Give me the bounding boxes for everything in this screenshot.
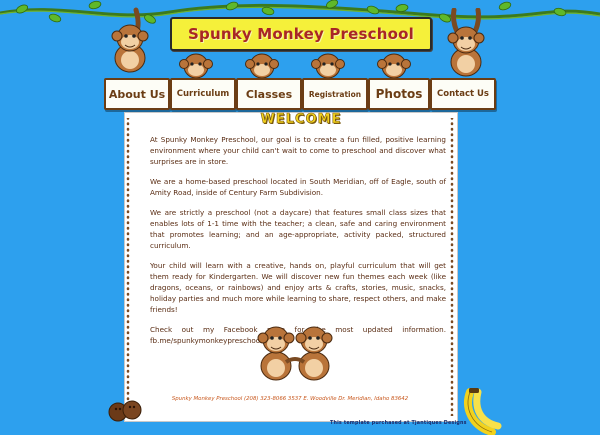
nav-photos[interactable]: Photos: [368, 78, 430, 110]
nav-curriculum[interactable]: Curriculum: [170, 78, 236, 110]
nav-contact-us-label: Contact Us: [437, 89, 489, 99]
dotted-border-left: [126, 118, 130, 416]
paragraph-intro: At Spunky Monkey Preschool, our goal is …: [150, 135, 446, 166]
template-credit[interactable]: This template purchased at Tjantiques De…: [330, 421, 490, 426]
site-title: Spunky Monkey Preschool: [188, 25, 414, 43]
nav-about-us[interactable]: About Us: [104, 78, 170, 110]
welcome-heading: WELCOME: [247, 111, 355, 127]
welcome-heading-text: WELCOME: [260, 111, 342, 127]
nav-classes[interactable]: Classes: [236, 78, 302, 110]
nav-photos-label: Photos: [375, 87, 423, 101]
nav-curriculum-label: Curriculum: [176, 89, 230, 99]
paragraph-curriculum: Your child will learn with a creative, h…: [150, 261, 446, 314]
paragraph-location: We are a home-based preschool located in…: [150, 177, 446, 197]
nav-contact-us[interactable]: Contact Us: [430, 78, 496, 110]
monkey-icon: [111, 7, 149, 73]
site-title-banner: Spunky Monkey Preschool: [170, 17, 432, 51]
nav-registration-label: Registration: [308, 89, 362, 99]
footer-contact-info: Spunky Monkey Preschool (208) 323-8066 3…: [171, 396, 409, 402]
coconut-icon: [108, 400, 142, 422]
main-nav: About Us Curriculum Classes Registration…: [104, 78, 496, 110]
hugging-monkeys-icon: [257, 326, 333, 381]
nav-registration[interactable]: Registration: [302, 78, 368, 110]
banana-icon: [464, 388, 502, 435]
nav-about-us-label: About Us: [108, 87, 166, 101]
dotted-border-right: [450, 118, 454, 416]
nav-classes-label: Classes: [245, 87, 293, 101]
paragraph-program: We are strictly a preschool (not a dayca…: [150, 208, 446, 250]
